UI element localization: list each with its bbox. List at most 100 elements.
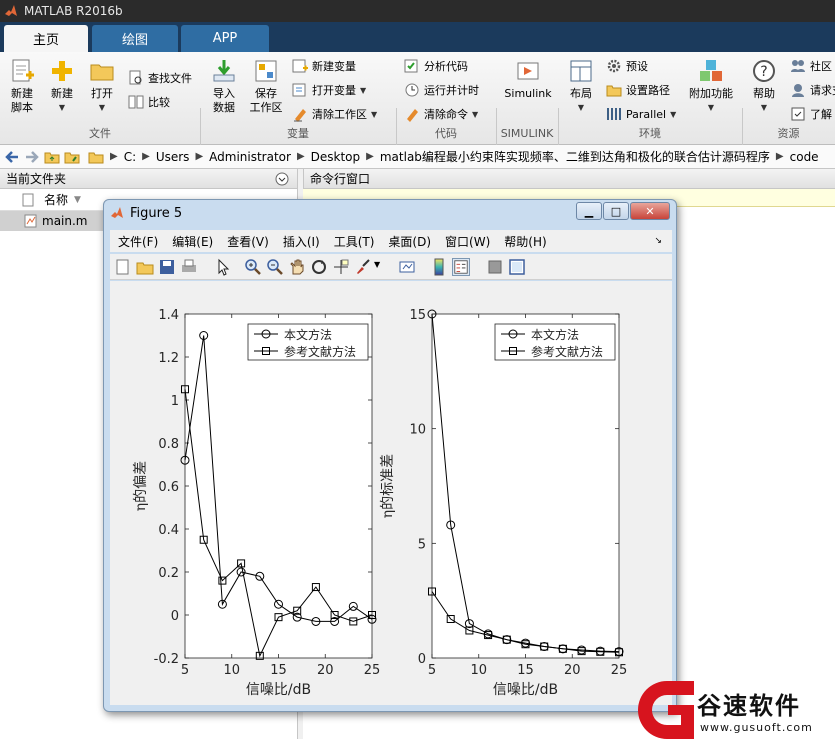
breadcrumb-desktop[interactable]: Desktop xyxy=(311,150,361,164)
menu-tools[interactable]: 工具(T) xyxy=(334,233,375,250)
layout-icon xyxy=(570,60,592,82)
open-variable-label: 打开变量 xyxy=(312,84,356,97)
app-title: MATLAB R2016b xyxy=(24,4,123,18)
clear-workspace-dropdown-icon[interactable]: ▼ xyxy=(371,110,377,119)
link-plot-icon[interactable] xyxy=(398,258,416,276)
close-button[interactable]: ✕ xyxy=(630,202,670,220)
brush-dropdown-icon[interactable]: ▼ xyxy=(374,260,380,269)
y-axis-label: η的标准差 xyxy=(380,454,396,518)
window-controls: ▁ □ ✕ xyxy=(575,202,670,220)
figure-title: Figure 5 xyxy=(130,205,183,221)
y-tick-label: 0.2 xyxy=(158,566,179,581)
colorbar-icon[interactable] xyxy=(430,258,448,276)
clear-commands-label: 清除命令 xyxy=(424,108,468,121)
analyze-code-button[interactable]: 分析代码 xyxy=(404,56,468,76)
breadcrumb-administrator[interactable]: Administrator xyxy=(209,150,291,164)
up-folder-icon[interactable] xyxy=(44,149,60,165)
breadcrumb-project[interactable]: matlab编程最小约束阵实现频率、二维到达角和极化的联合估计源码程序 xyxy=(380,148,770,165)
addons-button[interactable]: 附加功能 ▼ xyxy=(688,58,734,115)
open-variable-button[interactable]: 打开变量 ▼ xyxy=(292,80,366,100)
parallel-icon xyxy=(607,108,621,120)
new-script-button[interactable]: 新建 脚本 xyxy=(6,58,38,115)
print-icon[interactable] xyxy=(180,258,198,276)
clear-commands-dropdown-icon[interactable]: ▼ xyxy=(472,110,478,119)
legend-entry-label: 参考文献方法 xyxy=(531,344,603,359)
legend-icon[interactable] xyxy=(452,258,470,276)
chart-1: 5 10 15 20 25 -0.2 0 0.2 0.4 0.6 0.8 1 1.2 1.4 信噪比/dB η… xyxy=(133,308,380,698)
community-button[interactable]: 社区 xyxy=(790,56,832,76)
menu-window[interactable]: 窗口(W) xyxy=(445,233,490,250)
request-support-button[interactable]: 请求支 xyxy=(790,80,835,100)
breadcrumb-c[interactable]: C: xyxy=(124,150,136,164)
x-axis-label: 信噪比/dB xyxy=(246,682,311,698)
open-button[interactable]: 打开 ▼ xyxy=(86,58,118,115)
browse-folder-icon[interactable] xyxy=(64,149,80,165)
current-folder-title: 当前文件夹 xyxy=(6,172,67,186)
m-file-icon xyxy=(24,214,37,228)
layout-button[interactable]: 布局 ▼ xyxy=(564,58,598,115)
figure-titlebar[interactable]: Figure 5 ▁ □ ✕ xyxy=(104,200,676,226)
figure-window: Figure 5 ▁ □ ✕ 文件(F) 编辑(E) 查看(V) 插入(I) 工… xyxy=(103,199,677,712)
zoom-in-icon[interactable] xyxy=(244,258,262,276)
minimize-button[interactable]: ▁ xyxy=(576,202,602,220)
menu-desktop[interactable]: 桌面(D) xyxy=(388,233,431,250)
find-files-button[interactable]: 查找文件 xyxy=(128,68,192,88)
parallel-button[interactable]: Parallel ▼ xyxy=(606,104,676,124)
new-figure-icon[interactable] xyxy=(114,258,132,276)
import-data-label: 导入 数据 xyxy=(213,87,235,114)
simulink-button[interactable]: Simulink xyxy=(502,58,554,101)
set-path-button[interactable]: 设置路径 xyxy=(606,80,670,100)
brush-icon[interactable] xyxy=(354,258,372,276)
menu-view[interactable]: 查看(V) xyxy=(227,233,269,250)
help-button[interactable]: ? 帮助 ▼ xyxy=(748,58,780,115)
hide-plot-tools-icon[interactable] xyxy=(486,258,504,276)
menu-insert[interactable]: 插入(I) xyxy=(283,233,320,250)
panel-menu-icon[interactable] xyxy=(275,172,289,186)
matlab-logo-icon xyxy=(5,5,17,16)
x-axis-label: 信噪比/dB xyxy=(493,682,558,698)
save-workspace-button[interactable]: 保存 工作区 xyxy=(248,58,284,115)
pan-hand-icon[interactable] xyxy=(288,258,306,276)
forward-arrow-icon[interactable] xyxy=(24,149,40,165)
open-variable-dropdown-icon[interactable]: ▼ xyxy=(360,86,366,95)
figure-menubar: 文件(F) 编辑(E) 查看(V) 插入(I) 工具(T) 桌面(D) 窗口(W… xyxy=(110,230,672,252)
clear-workspace-button[interactable]: 清除工作区 ▼ xyxy=(292,104,377,124)
run-and-time-button[interactable]: 运行并计时 xyxy=(404,80,479,100)
parallel-dropdown-icon[interactable]: ▼ xyxy=(670,110,676,119)
save-workspace-icon xyxy=(255,60,277,82)
import-data-button[interactable]: 导入 数据 xyxy=(208,58,240,115)
gear-icon xyxy=(607,59,621,73)
group-label-code: 代码 xyxy=(435,127,457,140)
maximize-button[interactable]: □ xyxy=(603,202,629,220)
compare-label: 比较 xyxy=(148,96,170,109)
breadcrumb-users[interactable]: Users xyxy=(156,150,190,164)
preferences-button[interactable]: 预设 xyxy=(606,56,648,76)
rotate-3d-icon[interactable] xyxy=(310,258,328,276)
pointer-icon[interactable] xyxy=(214,258,232,276)
zoom-out-icon[interactable] xyxy=(266,258,284,276)
clear-commands-button[interactable]: 清除命令 ▼ xyxy=(404,104,478,124)
menu-overflow-icon[interactable]: ↘ xyxy=(654,236,662,246)
figure-canvas: 5 10 15 20 25 -0.2 0 0.2 0.4 0.6 0.8 1 1.2 1.4 信噪比/dB η… xyxy=(110,281,672,705)
menu-help[interactable]: 帮助(H) xyxy=(504,233,546,250)
back-arrow-icon[interactable] xyxy=(4,149,20,165)
save-icon[interactable] xyxy=(158,258,176,276)
y-tick-label: 5 xyxy=(418,537,426,552)
breadcrumb-code[interactable]: code xyxy=(790,150,819,164)
new-button[interactable]: 新建 ▼ xyxy=(46,58,78,115)
data-cursor-icon[interactable] xyxy=(332,258,350,276)
new-variable-button[interactable]: 新建变量 xyxy=(292,56,356,76)
tab-home[interactable]: 主页 xyxy=(4,25,88,52)
show-plot-tools-icon[interactable] xyxy=(508,258,526,276)
run-and-time-label: 运行并计时 xyxy=(424,84,479,97)
minimize-icon: ▁ xyxy=(584,204,594,218)
compare-button[interactable]: 比较 xyxy=(128,92,170,112)
learn-button[interactable]: 了解 xyxy=(790,104,832,124)
y-tick-label: 15 xyxy=(409,308,426,323)
menu-file[interactable]: 文件(F) xyxy=(118,233,158,250)
tab-plots[interactable]: 绘图 xyxy=(92,25,178,52)
plot-area: 5 10 15 20 25 -0.2 0 0.2 0.4 0.6 0.8 1 1.2 1.4 信噪比/dB η… xyxy=(133,308,627,698)
open-file-icon[interactable] xyxy=(136,258,154,276)
menu-edit[interactable]: 编辑(E) xyxy=(172,233,213,250)
tab-apps[interactable]: APP xyxy=(181,25,269,52)
